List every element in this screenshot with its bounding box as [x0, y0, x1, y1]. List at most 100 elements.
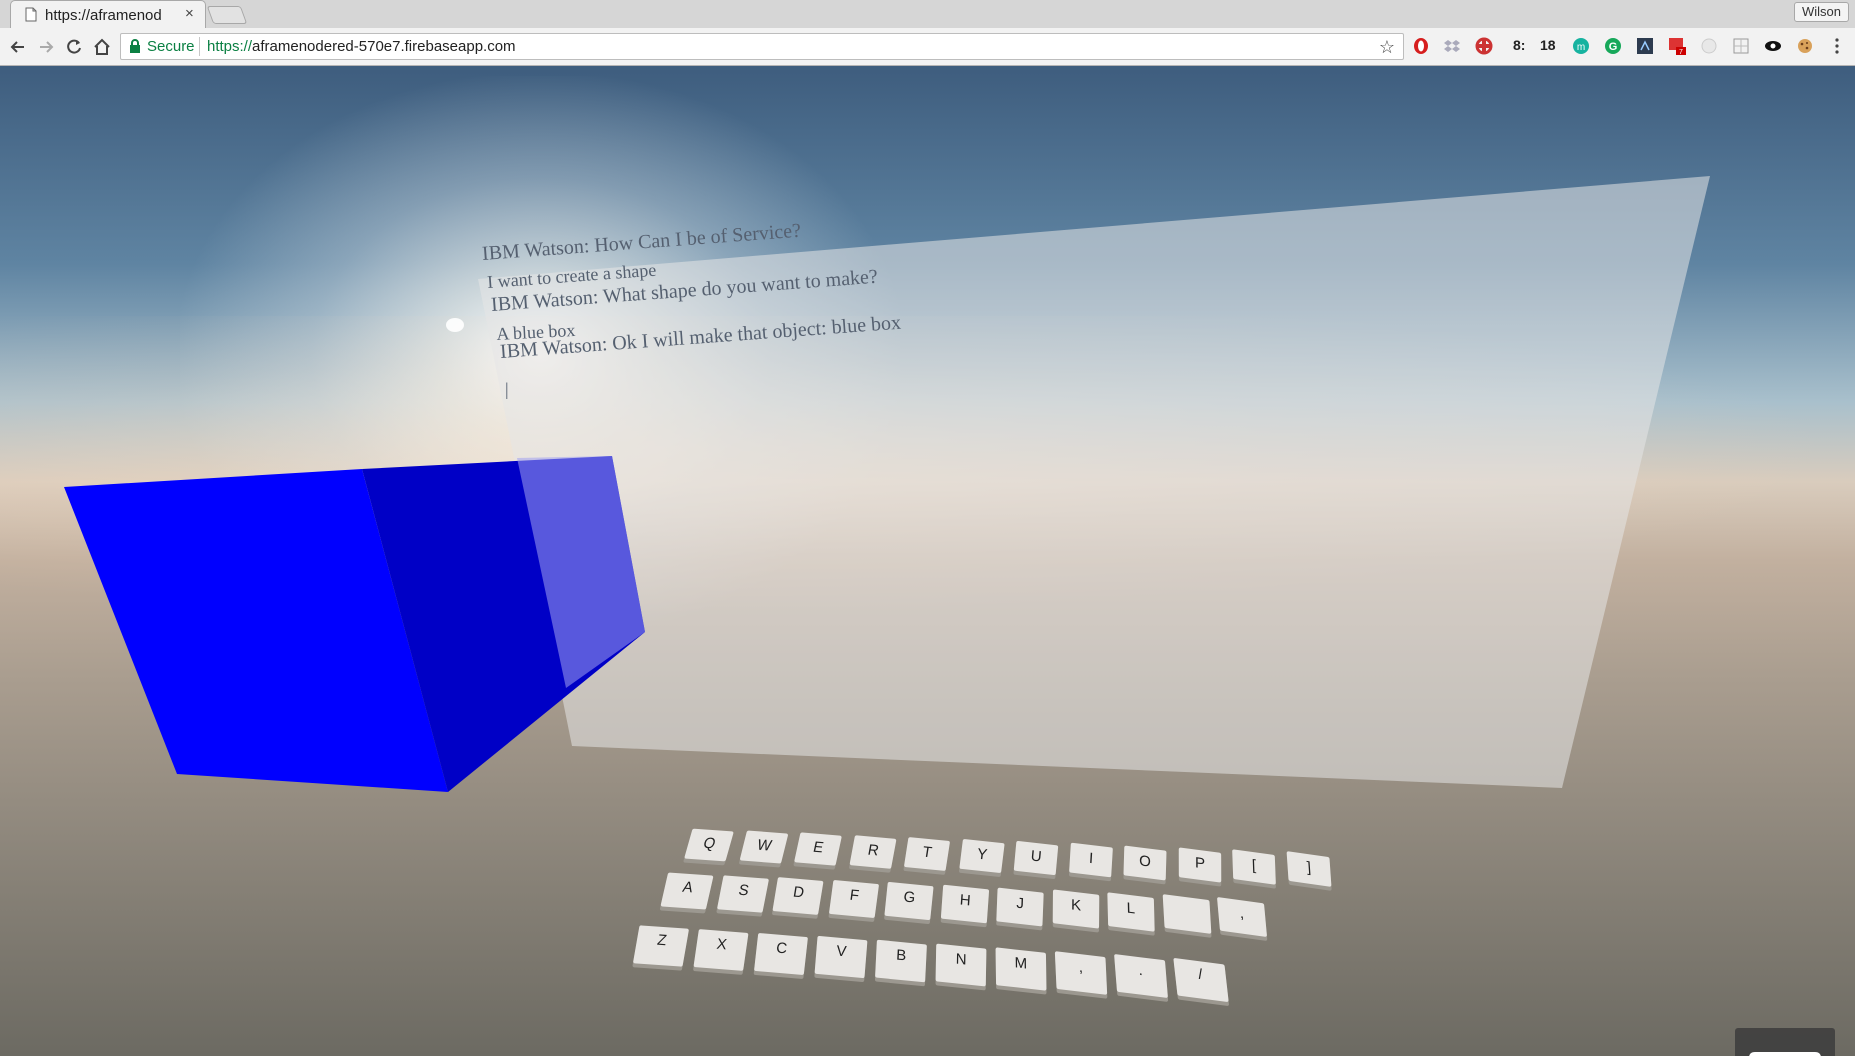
key-q[interactable]: Q: [684, 828, 734, 862]
secure-label: Secure: [147, 38, 195, 55]
vr-scene[interactable]: IBM Watson: How Can I be of Service? I w…: [0, 66, 1855, 1056]
key-k[interactable]: K: [1052, 889, 1099, 929]
key-label: U: [1029, 847, 1043, 866]
key-label: E: [811, 839, 826, 857]
tab-strip: https://aframenod × Wilson: [0, 0, 1855, 28]
vr-mode-button[interactable]: [1735, 1028, 1835, 1056]
key-label: /: [1197, 966, 1204, 984]
key-label: M: [1014, 954, 1028, 973]
circle-icon[interactable]: [1700, 37, 1718, 55]
dropbox-icon[interactable]: [1443, 37, 1461, 55]
key-label: V: [835, 942, 848, 961]
key-v[interactable]: V: [814, 936, 868, 979]
key-u[interactable]: U: [1013, 840, 1059, 876]
eye-icon[interactable]: [1764, 37, 1782, 55]
key-z[interactable]: Z: [632, 925, 690, 967]
svg-text:G: G: [1609, 41, 1618, 53]
address-bar[interactable]: Secure https://aframenodered-570e7.fireb…: [120, 33, 1404, 60]
key-c[interactable]: C: [754, 932, 808, 975]
key-j[interactable]: J: [996, 887, 1044, 927]
key-o[interactable]: O: [1123, 845, 1167, 881]
key-e[interactable]: E: [794, 832, 842, 867]
vr-headset-icon: [1749, 1052, 1821, 1056]
page-icon: [25, 7, 37, 22]
key-t[interactable]: T: [903, 836, 951, 871]
key-f[interactable]: F: [828, 879, 879, 918]
key-i[interactable]: I: [1068, 843, 1113, 878]
key-r[interactable]: R: [848, 834, 897, 869]
key-blank[interactable]: [1162, 894, 1211, 935]
key-label: ,: [1238, 904, 1245, 923]
timer-text-1[interactable]: 8:: [1513, 37, 1525, 53]
lifesaver-icon[interactable]: [1475, 37, 1493, 55]
tab-close-icon[interactable]: ×: [185, 5, 194, 22]
key-label: ,: [1078, 958, 1084, 976]
badge-count: 7: [1679, 49, 1683, 55]
key-label: J: [1016, 894, 1025, 912]
key-y[interactable]: Y: [958, 838, 1005, 874]
m-icon[interactable]: m: [1572, 37, 1590, 55]
key-l[interactable]: L: [1107, 892, 1155, 932]
new-tab-button[interactable]: [206, 6, 248, 24]
grammarly-icon[interactable]: G: [1604, 37, 1622, 55]
key-b[interactable]: B: [875, 939, 927, 983]
key-p[interactable]: P: [1178, 847, 1221, 883]
cookie-icon[interactable]: [1796, 37, 1814, 55]
key-label: Q: [701, 834, 718, 853]
key-label: G: [902, 888, 917, 907]
url-separator: [199, 37, 200, 56]
key-label: H: [958, 891, 971, 910]
forward-icon[interactable]: [36, 37, 56, 57]
svg-text:m: m: [1577, 42, 1585, 53]
timer-text-2[interactable]: 18: [1540, 37, 1556, 53]
key-label: K: [1070, 896, 1081, 915]
tab-active[interactable]: https://aframenod ×: [10, 0, 206, 28]
menu-icon[interactable]: [1828, 37, 1846, 55]
key-x[interactable]: X: [693, 928, 749, 971]
key-label: L: [1126, 899, 1136, 918]
profile-button[interactable]: Wilson: [1793, 2, 1849, 22]
key-label: B: [895, 946, 907, 965]
key-[[interactable]: [: [1232, 849, 1276, 885]
url-text[interactable]: https://aframenodered-570e7.firebaseapp.…: [207, 38, 516, 55]
key-label: O: [1138, 851, 1152, 871]
reload-icon[interactable]: [64, 37, 84, 57]
key-label: C: [775, 939, 788, 958]
key-label: X: [715, 935, 728, 954]
key-g[interactable]: G: [884, 882, 934, 921]
key-d[interactable]: D: [772, 877, 824, 916]
bookmark-star-icon[interactable]: ☆: [1379, 37, 1395, 58]
key-label: A: [680, 878, 695, 897]
key-label: [1162, 899, 1209, 905]
key-m[interactable]: M: [995, 947, 1047, 991]
key-,[interactable]: ,: [1054, 950, 1108, 995]
key-w[interactable]: W: [739, 830, 788, 864]
key-,[interactable]: ,: [1216, 896, 1268, 938]
key-label: S: [736, 881, 750, 899]
browser-toolbar: Secure https://aframenodered-570e7.fireb…: [0, 28, 1855, 66]
key-/[interactable]: /: [1173, 958, 1229, 1003]
back-icon[interactable]: [8, 37, 28, 57]
dark-square-icon[interactable]: [1636, 37, 1654, 55]
key-n[interactable]: N: [935, 943, 987, 987]
opera-icon[interactable]: [1412, 37, 1430, 55]
key-h[interactable]: H: [940, 884, 989, 924]
key-label: D: [791, 883, 806, 902]
chat-panel: [478, 176, 1710, 788]
badge-icon[interactable]: 7: [1668, 37, 1686, 55]
key-label: N: [955, 950, 967, 969]
key-.[interactable]: .: [1114, 954, 1168, 999]
key-a[interactable]: A: [660, 872, 714, 910]
key-s[interactable]: S: [716, 874, 769, 913]
key-label: T: [921, 843, 934, 862]
key-label: R: [865, 841, 880, 860]
key-label: ]: [1305, 858, 1312, 877]
chat-caret: |: [505, 379, 509, 399]
gaze-cursor: [446, 318, 464, 332]
grid-icon[interactable]: [1732, 37, 1750, 55]
home-icon[interactable]: [92, 37, 112, 57]
url-host: aframenodered-570e7.firebaseapp.com: [252, 38, 516, 55]
key-label: [: [1251, 856, 1257, 875]
key-label: W: [754, 836, 773, 855]
key-label: Z: [655, 931, 668, 950]
